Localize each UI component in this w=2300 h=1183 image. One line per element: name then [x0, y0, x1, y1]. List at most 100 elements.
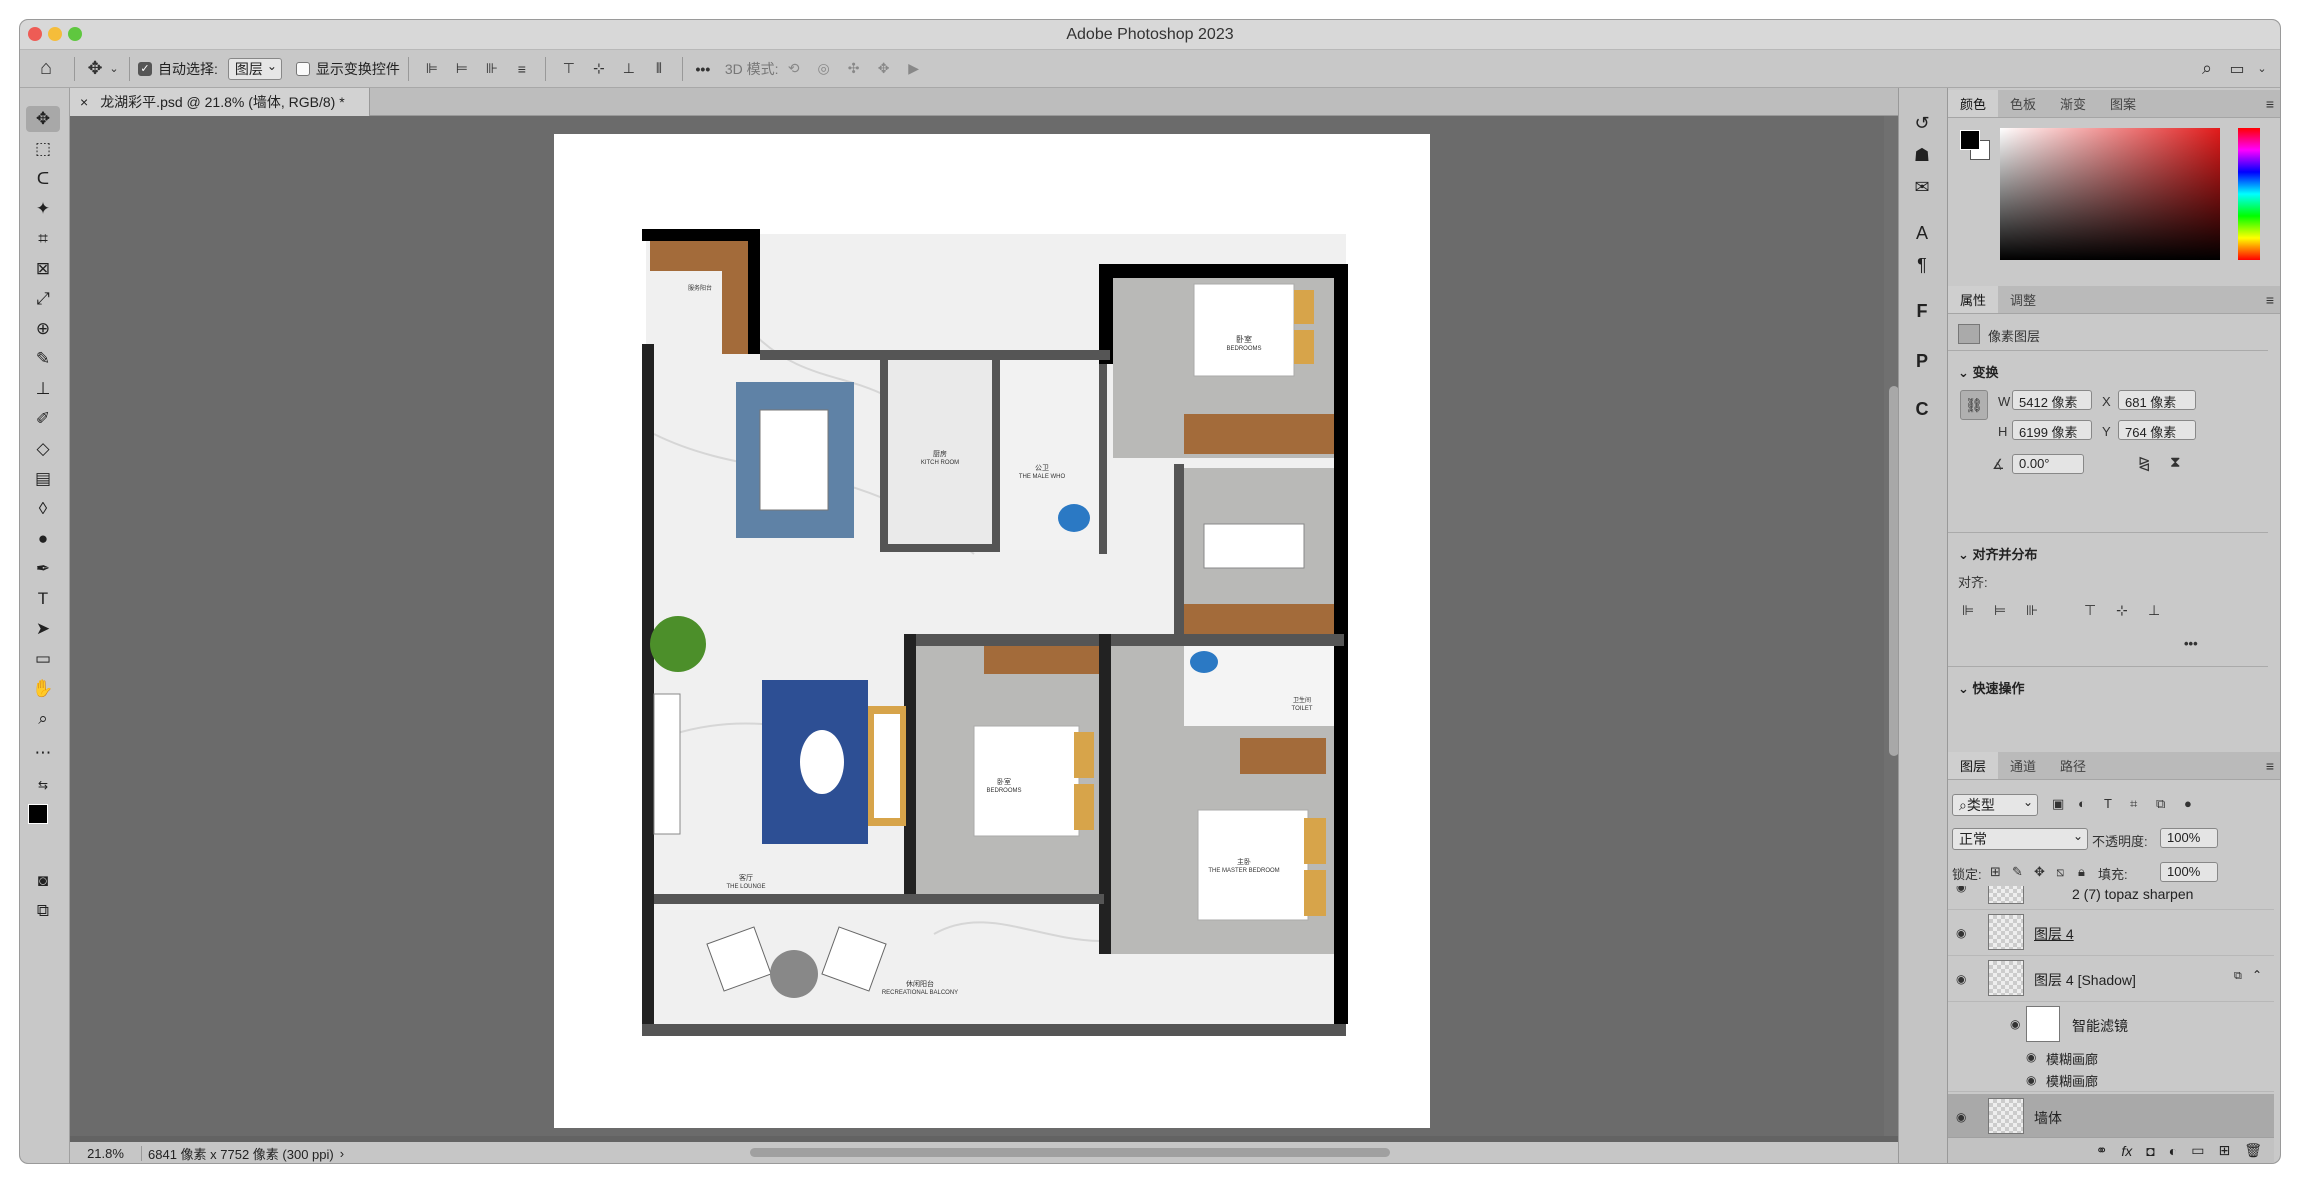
- chevron-down-icon[interactable]: ⌄: [107, 62, 121, 75]
- fill-field[interactable]: 100%: [2160, 862, 2218, 882]
- tab-layers[interactable]: 图层: [1948, 752, 1999, 779]
- 3d-orbit-icon[interactable]: ⟲: [779, 60, 809, 77]
- align-bottom-edges-icon[interactable]: ⊥: [2148, 602, 2160, 619]
- marquee-tool[interactable]: ⬚: [26, 136, 60, 162]
- libraries-icon[interactable]: ☗: [1907, 140, 1937, 170]
- tab-swatches[interactable]: 色板: [1998, 90, 2048, 117]
- tab-adjustments[interactable]: 调整: [1998, 286, 2048, 313]
- align-right-edges-icon[interactable]: ⊪: [2026, 602, 2038, 619]
- x-field[interactable]: 681 像素: [2118, 390, 2196, 410]
- eraser-tool[interactable]: ◇: [26, 436, 60, 462]
- visibility-eye-icon[interactable]: ◉: [2026, 1073, 2036, 1087]
- plugin-f-icon[interactable]: F: [1907, 296, 1937, 326]
- lock-all-icon[interactable]: 🔒︎: [2078, 864, 2085, 880]
- blend-mode-dropdown[interactable]: 正常: [1952, 828, 2088, 850]
- zoom-tool[interactable]: ⌕: [26, 706, 60, 732]
- foreground-color-swatch[interactable]: [28, 804, 48, 824]
- align-h-centers-icon[interactable]: ⊨: [1994, 602, 2006, 619]
- frame-tool[interactable]: ⊠: [26, 256, 60, 282]
- width-field[interactable]: 5412 像素: [2012, 390, 2092, 410]
- color-foreground-swatch[interactable]: [1960, 130, 1980, 150]
- visibility-eye-icon[interactable]: ◉: [1956, 972, 1966, 986]
- opacity-field[interactable]: 100%: [2160, 828, 2218, 848]
- pen-tool[interactable]: ✒: [26, 556, 60, 582]
- align-left-edges-icon[interactable]: ⊫: [1962, 602, 1974, 619]
- align-more-button[interactable]: •••: [2184, 636, 2198, 651]
- align-vcenter-icon[interactable]: ⊹: [584, 60, 614, 77]
- character-icon[interactable]: A: [1907, 218, 1937, 248]
- layers-menu-icon[interactable]: ≡: [2266, 758, 2274, 774]
- visibility-eye-icon[interactable]: ◉: [2026, 1050, 2036, 1064]
- filter-shape-icon[interactable]: ⌗: [2130, 796, 2137, 812]
- blur-tool[interactable]: ◊: [26, 496, 60, 522]
- layer-filter-dropdown[interactable]: ⌕ 类型: [1952, 794, 2038, 816]
- panel-menu-icon[interactable]: ≡: [2266, 96, 2274, 112]
- visibility-eye-icon[interactable]: ◉: [2010, 1017, 2020, 1031]
- align-top-icon[interactable]: ⊤: [554, 60, 584, 77]
- plugin-p-icon[interactable]: P: [1907, 346, 1937, 376]
- layer-row[interactable]: ◉ 2 (7) topaz sharpen: [1948, 886, 2274, 910]
- add-mask-icon[interactable]: ◘: [2146, 1143, 2154, 1159]
- properties-menu-icon[interactable]: ≡: [2266, 292, 2274, 308]
- lock-paint-icon[interactable]: ✎: [2012, 864, 2023, 880]
- visibility-eye-icon[interactable]: ◉: [1956, 926, 1966, 940]
- visibility-eye-icon[interactable]: ◉: [1956, 1110, 1966, 1124]
- delete-layer-icon[interactable]: 🗑︎: [2244, 1142, 2262, 1159]
- new-group-icon[interactable]: ▭: [2191, 1142, 2204, 1159]
- lock-artboard-icon[interactable]: ⧅: [2056, 864, 2064, 880]
- filter-toggle-icon[interactable]: ●: [2184, 796, 2192, 811]
- move-tool-icon[interactable]: ✥: [83, 58, 107, 79]
- zoom-level[interactable]: 21.8%: [70, 1145, 142, 1161]
- 3d-slide-icon[interactable]: ✥: [869, 60, 899, 77]
- link-dimensions-icon[interactable]: ⛓: [1960, 390, 1988, 420]
- layer-row-selected[interactable]: ◉ 墙体: [1948, 1094, 2274, 1140]
- fx-icon[interactable]: fx: [2121, 1143, 2132, 1159]
- tab-patterns[interactable]: 图案: [2098, 90, 2148, 117]
- align-section-title[interactable]: ⌄ 对齐并分布: [1958, 544, 2038, 563]
- filter-pixel-icon[interactable]: ▣: [2052, 796, 2064, 812]
- type-tool[interactable]: T: [26, 586, 60, 612]
- lock-position-icon[interactable]: ✥: [2034, 864, 2045, 880]
- align-left-icon[interactable]: ⊫: [417, 60, 447, 77]
- horizontal-scrollbar-thumb[interactable]: [750, 1148, 1390, 1157]
- home-icon[interactable]: ⌂: [26, 57, 66, 80]
- tab-color[interactable]: 颜色: [1948, 90, 1999, 117]
- healing-tool[interactable]: ⊕: [26, 316, 60, 342]
- align-bottom-icon[interactable]: ⊥: [614, 60, 644, 77]
- rectangle-tool[interactable]: ▭: [26, 646, 60, 672]
- info-chevron-icon[interactable]: ›: [340, 1146, 344, 1161]
- tab-paths[interactable]: 路径: [2048, 752, 2098, 779]
- align-top-edges-icon[interactable]: ⊤: [2084, 602, 2096, 619]
- brush-tool[interactable]: ✎: [26, 346, 60, 372]
- flip-horizontal-icon[interactable]: ⧎: [2138, 454, 2151, 472]
- new-layer-icon[interactable]: ⊞: [2218, 1142, 2230, 1159]
- canvas-area[interactable]: 卧室 BEDROOMS 厨房 KITCH ROOM 公卫 THE MALE WH…: [70, 116, 1906, 1136]
- comments-icon[interactable]: ✉: [1907, 172, 1937, 202]
- distribute-v-icon[interactable]: ⫴: [644, 60, 674, 77]
- collapse-chevron-icon[interactable]: ⌃: [2252, 968, 2262, 982]
- quick-actions-title[interactable]: ⌄ 快速操作: [1958, 678, 2025, 697]
- close-tab-icon[interactable]: ×: [80, 94, 88, 110]
- lock-pixels-icon[interactable]: ⊞: [1990, 864, 2001, 880]
- path-select-tool[interactable]: ➤: [26, 616, 60, 642]
- move-tool[interactable]: ✥: [26, 106, 60, 132]
- 3d-roll-icon[interactable]: ◎: [809, 60, 839, 77]
- visibility-eye-icon[interactable]: ◉: [1956, 886, 1966, 894]
- hand-tool[interactable]: ✋: [26, 676, 60, 702]
- stamp-tool[interactable]: ⊥: [26, 376, 60, 402]
- workspace-icon[interactable]: ▭: [2222, 59, 2252, 79]
- document-tab[interactable]: × 龙湖彩平.psd @ 21.8% (墙体, RGB/8) *: [70, 88, 370, 116]
- gradient-tool[interactable]: ▤: [26, 466, 60, 492]
- dodge-tool[interactable]: ●: [26, 526, 60, 552]
- y-field[interactable]: 764 像素: [2118, 420, 2196, 440]
- swap-colors-icon[interactable]: ⇆: [26, 772, 60, 798]
- screen-mode-icon[interactable]: ⧉: [26, 898, 60, 924]
- tab-channels[interactable]: 通道: [1998, 752, 2048, 779]
- crop-tool[interactable]: ⌗: [26, 226, 60, 252]
- history-brush-tool[interactable]: ✐: [26, 406, 60, 432]
- more-tools-icon[interactable]: ⋯: [26, 740, 60, 766]
- 3d-camera-icon[interactable]: ▶: [899, 60, 929, 77]
- angle-field[interactable]: 0.00°: [2012, 454, 2084, 474]
- link-layers-icon[interactable]: ⚭: [2096, 1142, 2108, 1159]
- workspace-chevron-icon[interactable]: ⌄: [2252, 62, 2272, 75]
